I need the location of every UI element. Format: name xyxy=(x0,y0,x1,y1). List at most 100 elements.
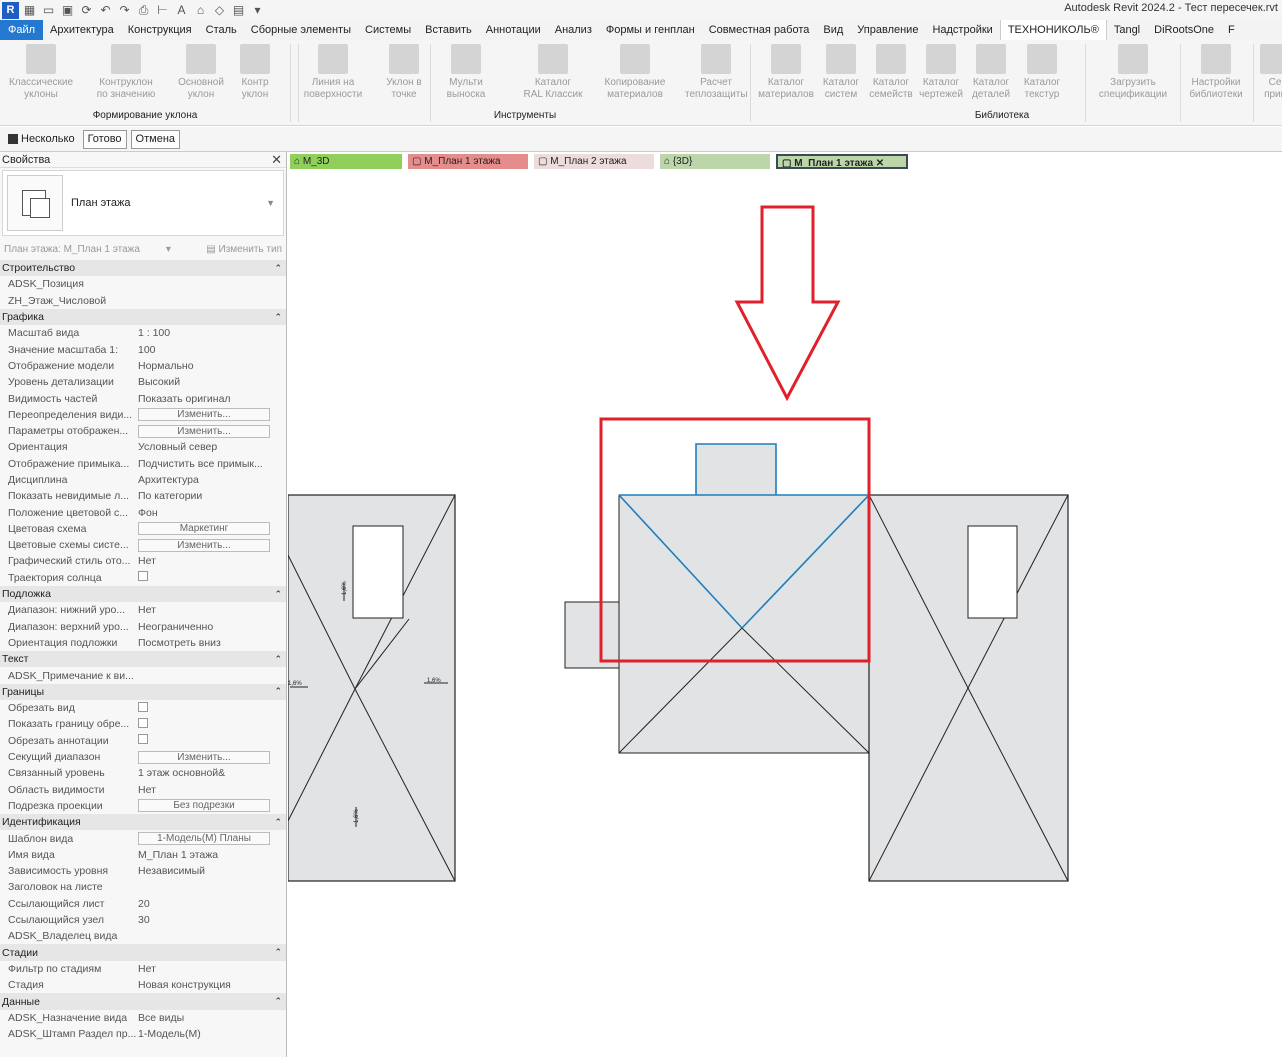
property-button[interactable]: Изменить... xyxy=(138,750,270,764)
property-value[interactable]: Нормально xyxy=(136,360,286,372)
property-value[interactable]: 1-Модель(М) Планы xyxy=(136,832,286,846)
right-roof[interactable] xyxy=(868,494,1069,882)
property-button[interactable]: Изменить... xyxy=(138,538,270,552)
home-icon[interactable]: ▦ xyxy=(21,2,38,19)
ribbon-tab[interactable]: ТЕХНОНИКОЛЬ® xyxy=(999,20,1107,40)
ribbon-tab[interactable]: Tangl xyxy=(1107,20,1147,40)
property-group[interactable]: Строительство ⌃ xyxy=(0,260,286,277)
edit-type-button[interactable]: ▤ Изменить тип xyxy=(206,244,282,255)
ribbon-button[interactable]: Каталог деталей xyxy=(966,44,1016,101)
3d-view-icon[interactable]: ⌂ xyxy=(192,2,209,19)
middle-roof[interactable] xyxy=(564,494,870,754)
measure-icon[interactable]: ⊢ xyxy=(154,2,171,19)
multiple-checkbox[interactable] xyxy=(8,134,18,144)
ribbon-tab[interactable]: Вставить xyxy=(418,20,479,40)
ribbon-button[interactable]: Загрузить спецификации xyxy=(1088,44,1178,101)
view-tab[interactable]: ▢ М_План 1 этажа xyxy=(408,154,528,169)
property-value[interactable] xyxy=(136,717,286,731)
property-value[interactable]: Нет xyxy=(136,604,286,616)
property-checkbox[interactable] xyxy=(138,701,148,712)
chevron-down-icon[interactable]: ▼ xyxy=(266,198,275,208)
property-value[interactable]: Изменить... xyxy=(136,538,286,552)
property-group[interactable]: Данные ⌃ xyxy=(0,993,286,1010)
property-checkbox[interactable] xyxy=(138,571,148,582)
ribbon-tab[interactable]: Совместная работа xyxy=(702,20,817,40)
view-tab[interactable]: ⌂ М_3D xyxy=(290,154,402,169)
ribbon-tab[interactable]: Управление xyxy=(850,20,925,40)
ribbon-button[interactable]: Расчет теплозащиты xyxy=(685,44,748,101)
ribbon-tab[interactable]: Формы и генплан xyxy=(599,20,702,40)
ribbon-button[interactable]: Классические уклоны xyxy=(3,44,79,101)
done-button[interactable]: Готово xyxy=(82,129,127,149)
redo-icon[interactable]: ↷ xyxy=(116,2,133,19)
property-value[interactable]: 1-Модель(М) xyxy=(136,1028,286,1040)
text-icon[interactable]: A xyxy=(173,2,190,19)
ribbon-tab[interactable]: Анализ xyxy=(548,20,599,40)
property-value[interactable]: Без подрезки xyxy=(136,799,286,813)
property-value[interactable]: 30 xyxy=(136,914,286,926)
property-value[interactable]: 1 : 100 xyxy=(136,327,286,339)
close-icon[interactable]: ✕ xyxy=(873,158,884,167)
ribbon-tab[interactable]: Надстройки xyxy=(925,20,999,40)
property-value[interactable] xyxy=(136,701,286,715)
view-tab[interactable]: ⌂ {3D} xyxy=(660,154,770,169)
property-group[interactable]: Границы ⌃ xyxy=(0,683,286,701)
ribbon-tab[interactable]: Конструкция xyxy=(121,20,199,40)
ribbon-tab[interactable]: Сборные элементы xyxy=(244,20,358,40)
property-value[interactable] xyxy=(136,734,286,747)
property-group[interactable]: Графика ⌃ xyxy=(0,308,286,326)
property-value[interactable]: Посмотреть вниз xyxy=(136,637,286,649)
ribbon-button[interactable]: Каталог текстур xyxy=(1016,44,1068,101)
section-icon[interactable]: ◇ xyxy=(211,2,228,19)
property-value[interactable]: Фон xyxy=(136,507,286,519)
collapse-icon[interactable]: ⌃ xyxy=(274,654,282,665)
ribbon-button[interactable]: Каталог RAL Классик xyxy=(517,44,589,101)
chevron-down-icon[interactable]: ▾ xyxy=(166,244,171,255)
ribbon-tab[interactable]: Архитектура xyxy=(43,20,121,40)
property-value[interactable]: Независимый xyxy=(136,865,286,877)
ribbon-button[interactable]: Каталог семейств xyxy=(866,44,916,101)
property-button[interactable]: Изменить... xyxy=(138,424,270,438)
property-value[interactable]: Нет xyxy=(136,784,286,796)
save-icon[interactable]: ▣ xyxy=(59,2,76,19)
close-icon[interactable]: ✕ xyxy=(271,152,282,168)
property-value[interactable]: 1 этаж основной& xyxy=(136,767,286,779)
property-group[interactable]: Стадии ⌃ xyxy=(0,944,286,961)
collapse-icon[interactable]: ⌃ xyxy=(274,686,282,697)
sync-icon[interactable]: ⟳ xyxy=(78,2,95,19)
property-value[interactable]: Изменить... xyxy=(136,750,286,764)
open-icon[interactable]: ▭ xyxy=(40,2,57,19)
property-value[interactable]: Неограниченно xyxy=(136,621,286,633)
ribbon-button[interactable]: Каталог систем xyxy=(816,44,866,101)
property-value[interactable]: Нет xyxy=(136,555,286,567)
property-button[interactable]: 1-Модель(М) Планы xyxy=(138,832,270,846)
view-tab[interactable]: ▢ М_План 2 этажа xyxy=(534,154,654,169)
property-value[interactable]: Показать оригинал xyxy=(136,393,286,405)
property-button[interactable]: Без подрезки xyxy=(138,799,270,813)
instance-selector[interactable]: План этажа: М_План 1 этажа xyxy=(4,244,140,255)
property-value[interactable]: Все виды xyxy=(136,1012,286,1024)
property-checkbox[interactable] xyxy=(138,734,148,745)
ribbon-tab[interactable]: F xyxy=(1221,20,1242,40)
drawing-canvas[interactable]: 1,6% 1,6% 1,6% 1,6% xyxy=(288,171,1282,1057)
property-group[interactable]: Идентификация ⌃ xyxy=(0,814,286,831)
view-tab[interactable]: ▢ М_План 1 этажа ✕ xyxy=(776,154,908,169)
collapse-icon[interactable]: ⌃ xyxy=(274,263,282,274)
cancel-button[interactable]: Отмена xyxy=(130,129,181,149)
property-value[interactable]: Изменить... xyxy=(136,408,286,422)
property-value[interactable]: 100 xyxy=(136,344,286,356)
property-checkbox[interactable] xyxy=(138,717,148,728)
property-value[interactable]: 20 xyxy=(136,898,286,910)
ribbon-button[interactable]: Контруклон по значению xyxy=(86,44,166,101)
collapse-icon[interactable]: ⌃ xyxy=(274,817,282,828)
revit-logo[interactable]: R xyxy=(2,1,19,19)
ribbon-tab[interactable]: Аннотации xyxy=(479,20,548,40)
ribbon-button[interactable]: Основной уклон xyxy=(170,44,232,101)
ribbon-button[interactable]: Се прив xyxy=(1260,44,1282,101)
ribbon-tab[interactable]: Вид xyxy=(816,20,850,40)
collapse-icon[interactable]: ⌃ xyxy=(274,996,282,1007)
customize-icon[interactable]: ▾ xyxy=(249,2,266,19)
ribbon-tab[interactable]: Системы xyxy=(358,20,418,40)
collapse-icon[interactable]: ⌃ xyxy=(274,947,282,958)
property-value[interactable]: Новая конструкция xyxy=(136,979,286,991)
